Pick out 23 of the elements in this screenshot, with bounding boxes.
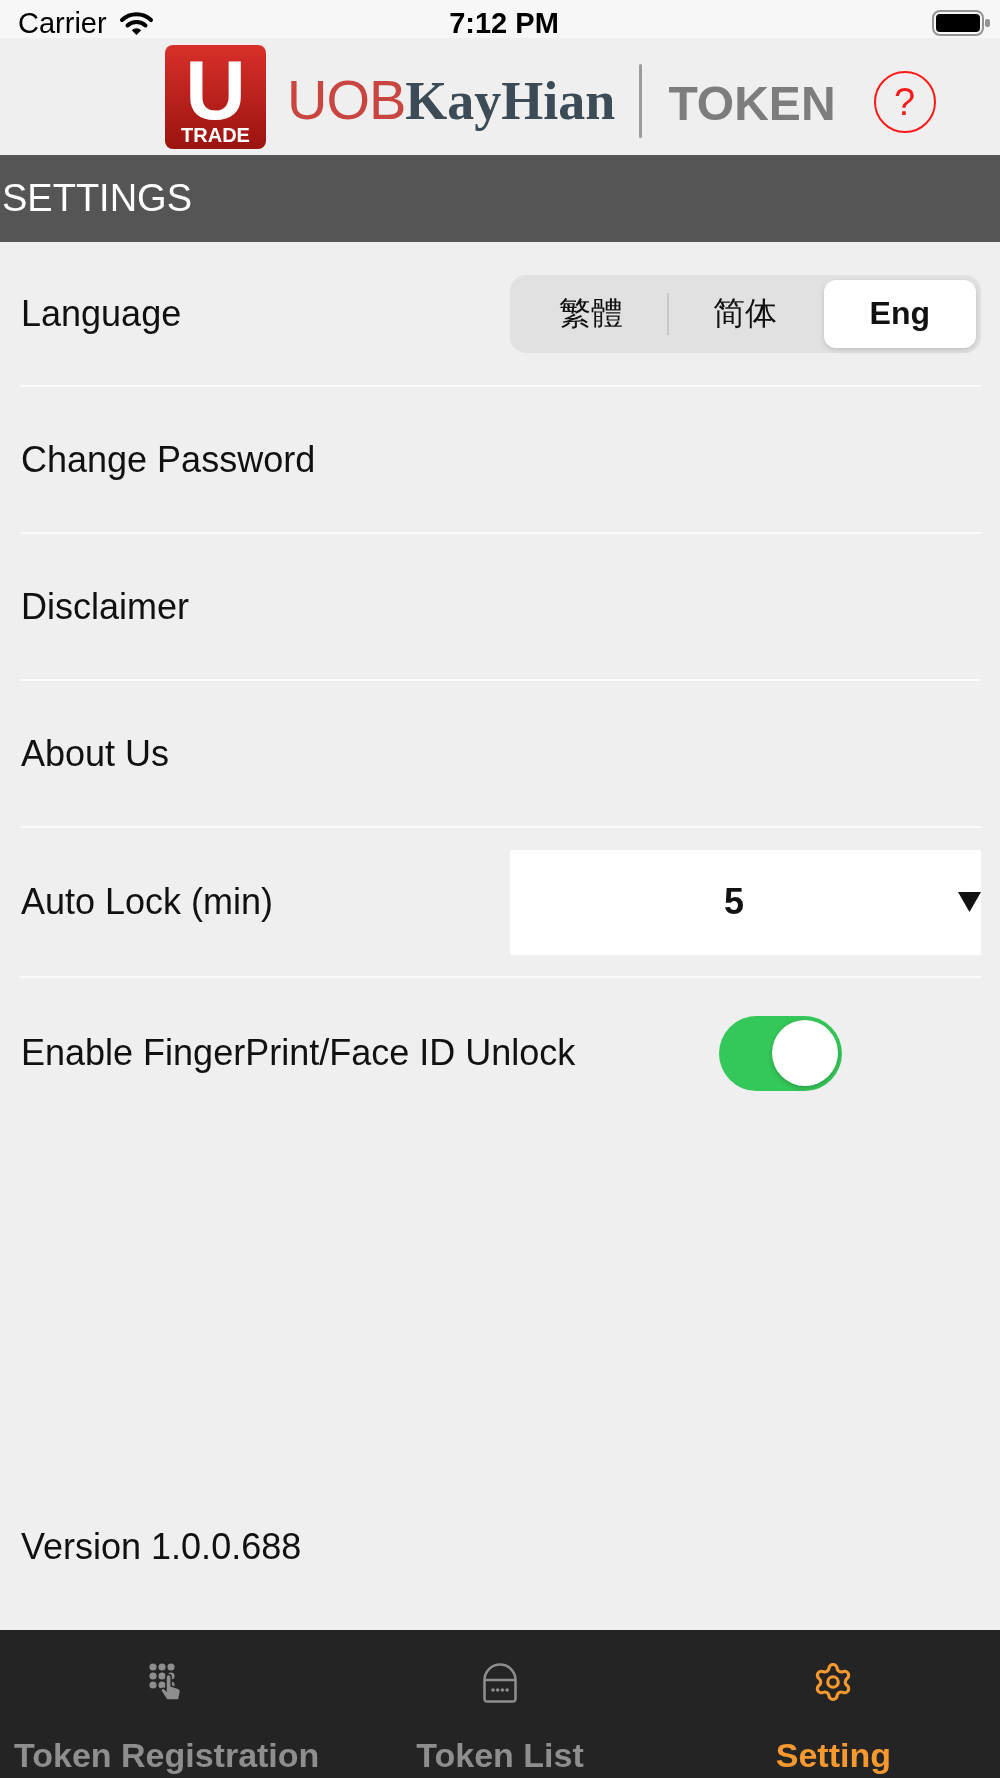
segment-option[interactable]: 简体 — [669, 279, 822, 348]
setting-label: Enable FingerPrint/Face ID Unlock — [21, 1032, 576, 1074]
segment-option[interactable]: 繁體 — [515, 279, 668, 348]
lock-icon — [482, 1661, 518, 1703]
tab-item[interactable]: Token List — [416, 1630, 584, 1778]
version-text: Version 1.0.0.688 — [21, 1527, 302, 1567]
battery-icon — [932, 10, 990, 36]
menu-item[interactable]: About Us — [21, 732, 170, 775]
carrier-name: Carrier — [18, 8, 107, 38]
menu-item[interactable]: Disclaimer — [21, 585, 189, 628]
tab-item[interactable]: Token Registration — [13, 1630, 320, 1778]
product-name: TOKEN — [668, 76, 836, 132]
caret-icon — [958, 892, 981, 912]
dropdown-field[interactable]: 5 — [510, 849, 981, 955]
wifi-icon — [118, 10, 154, 36]
menu-item[interactable]: Change Password — [21, 438, 316, 481]
segment-option[interactable]: Eng — [823, 279, 976, 348]
status-time: 7:12 PM — [449, 8, 559, 38]
section-header: SETTINGS — [0, 155, 1000, 242]
brand-wordmark: UOBKayHian — [287, 67, 616, 133]
setting-label: Auto Lock (min) — [21, 881, 274, 923]
setting-label: Language — [21, 292, 182, 335]
tab-item[interactable]: Setting — [775, 1630, 891, 1778]
